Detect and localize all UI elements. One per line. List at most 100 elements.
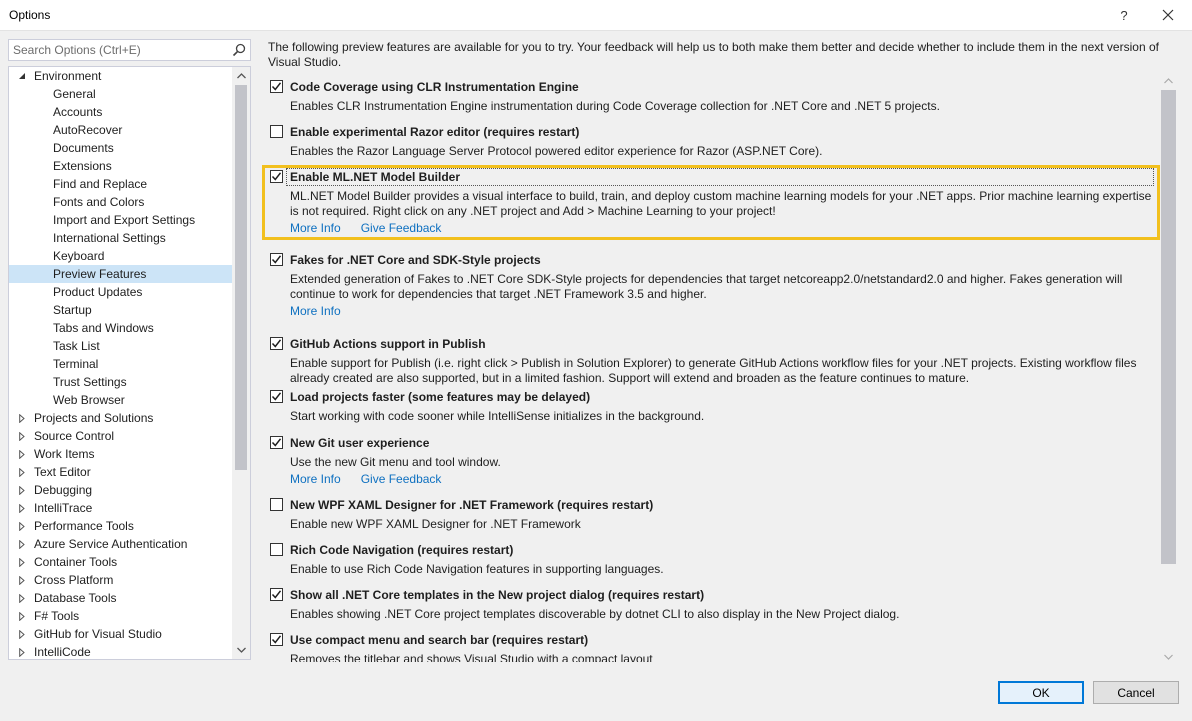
preview-feature: New WPF XAML Designer for .NET Framework… — [262, 496, 1160, 532]
collapsed-arrow-icon[interactable] — [17, 607, 27, 625]
feature-name[interactable]: New Git user experience — [290, 434, 429, 452]
more-info-link[interactable]: More Info — [290, 221, 341, 235]
tree-item[interactable]: Source Control — [9, 427, 233, 445]
feature-name[interactable]: Fakes for .NET Core and SDK-Style projec… — [290, 251, 541, 269]
scroll-down-button[interactable] — [232, 642, 250, 658]
collapsed-arrow-icon[interactable] — [17, 409, 27, 427]
feature-checkbox[interactable] — [270, 543, 283, 556]
feature-checkbox[interactable] — [270, 633, 283, 646]
features-scroll-up-button[interactable] — [1160, 74, 1177, 88]
tree-item[interactable]: Container Tools — [9, 553, 233, 571]
checkmark-icon — [271, 339, 282, 348]
tree-item-label: Task List — [53, 339, 100, 353]
more-info-link[interactable]: More Info — [290, 304, 341, 318]
tree-item[interactable]: IntelliCode — [9, 643, 233, 659]
feature-checkbox[interactable] — [270, 80, 283, 93]
expanded-arrow-icon[interactable] — [17, 67, 27, 85]
tree-item[interactable]: Projects and Solutions — [9, 409, 233, 427]
scroll-thumb[interactable] — [235, 85, 247, 470]
close-button[interactable] — [1155, 3, 1181, 27]
feature-name[interactable]: GitHub Actions support in Publish — [290, 335, 486, 353]
feature-description: Enable support for Publish (i.e. right c… — [290, 356, 1137, 385]
feature-name[interactable]: Enable experimental Razor editor (requir… — [290, 123, 579, 141]
tree-item[interactable]: Fonts and Colors — [9, 193, 233, 211]
tree-item-label: Environment — [34, 69, 102, 83]
tree-item[interactable]: International Settings — [9, 229, 233, 247]
tree-item[interactable]: AutoRecover — [9, 121, 233, 139]
cancel-button[interactable]: Cancel — [1093, 681, 1179, 704]
ok-button[interactable]: OK — [998, 681, 1084, 704]
tree-item[interactable]: GitHub for Visual Studio — [9, 625, 233, 643]
collapsed-arrow-icon[interactable] — [17, 589, 27, 607]
tree-item[interactable]: Tabs and Windows — [9, 319, 233, 337]
tree-item[interactable]: Extensions — [9, 157, 233, 175]
tree-item[interactable]: Environment — [9, 67, 233, 85]
tree-item[interactable]: Keyboard — [9, 247, 233, 265]
tree-item[interactable]: Debugging — [9, 481, 233, 499]
collapsed-arrow-icon[interactable] — [17, 445, 27, 463]
feature-checkbox[interactable] — [270, 125, 283, 138]
tree-item[interactable]: Work Items — [9, 445, 233, 463]
collapsed-arrow-icon[interactable] — [17, 625, 27, 643]
tree-item[interactable]: Azure Service Authentication — [9, 535, 233, 553]
more-info-link[interactable]: More Info — [290, 472, 341, 486]
tree-scrollbar[interactable] — [232, 67, 250, 659]
collapsed-arrow-icon[interactable] — [17, 499, 27, 517]
feature-links: More Info Give Feedback — [290, 221, 1157, 236]
collapsed-arrow-icon[interactable] — [17, 463, 27, 481]
feature-checkbox[interactable] — [270, 498, 283, 511]
tree-item[interactable]: Cross Platform — [9, 571, 233, 589]
tree-item[interactable]: Product Updates — [9, 283, 233, 301]
tree-item[interactable]: Import and Export Settings — [9, 211, 233, 229]
tree-item[interactable]: General — [9, 85, 233, 103]
feature-name[interactable]: Rich Code Navigation (requires restart) — [290, 541, 513, 559]
tree-item[interactable]: Web Browser — [9, 391, 233, 409]
search-box — [8, 39, 251, 61]
tree-item[interactable]: Accounts — [9, 103, 233, 121]
give-feedback-link[interactable]: Give Feedback — [361, 472, 442, 486]
tree-item[interactable]: Preview Features — [9, 265, 233, 283]
feature-name[interactable]: Load projects faster (some features may … — [290, 388, 590, 406]
feature-checkbox[interactable] — [270, 253, 283, 266]
tree-item[interactable]: Performance Tools — [9, 517, 233, 535]
feature-checkbox[interactable] — [270, 436, 283, 449]
tree-item[interactable]: F# Tools — [9, 607, 233, 625]
window-title: Options — [9, 8, 51, 22]
feature-name[interactable]: Show all .NET Core templates in the New … — [290, 586, 704, 604]
collapsed-arrow-icon[interactable] — [17, 481, 27, 499]
tree-item[interactable]: Task List — [9, 337, 233, 355]
tree-item[interactable]: Terminal — [9, 355, 233, 373]
tree-item[interactable]: Documents — [9, 139, 233, 157]
features-scroll-down-button[interactable] — [1160, 650, 1177, 664]
tree-item[interactable]: Find and Replace — [9, 175, 233, 193]
tree-item[interactable]: Text Editor — [9, 463, 233, 481]
collapsed-arrow-icon[interactable] — [17, 427, 27, 445]
tree-item[interactable]: Trust Settings — [9, 373, 233, 391]
features-scrollbar[interactable] — [1160, 74, 1177, 664]
feature-header: Enable experimental Razor editor (requir… — [262, 123, 1160, 141]
tree-item-label: Accounts — [53, 105, 103, 119]
feature-checkbox[interactable] — [270, 170, 283, 183]
tree-item[interactable]: IntelliTrace — [9, 499, 233, 517]
features-scroll-thumb[interactable] — [1161, 90, 1176, 564]
tree-item[interactable]: Database Tools — [9, 589, 233, 607]
feature-checkbox[interactable] — [270, 337, 283, 350]
checkmark-icon — [271, 392, 282, 401]
collapsed-arrow-icon[interactable] — [17, 643, 27, 659]
collapsed-arrow-icon[interactable] — [17, 535, 27, 553]
search-icon[interactable] — [231, 42, 247, 58]
feature-checkbox[interactable] — [270, 588, 283, 601]
help-button[interactable]: ? — [1111, 3, 1137, 27]
feature-name[interactable]: Code Coverage using CLR Instrumentation … — [290, 78, 579, 96]
give-feedback-link[interactable]: Give Feedback — [361, 221, 442, 235]
scroll-up-button[interactable] — [232, 68, 250, 84]
tree-item[interactable]: Startup — [9, 301, 233, 319]
feature-checkbox[interactable] — [270, 390, 283, 403]
search-input[interactable] — [9, 40, 229, 60]
collapsed-arrow-icon[interactable] — [17, 517, 27, 535]
feature-name[interactable]: Use compact menu and search bar (require… — [290, 631, 588, 649]
feature-name[interactable]: New WPF XAML Designer for .NET Framework… — [290, 496, 653, 514]
collapsed-arrow-icon[interactable] — [17, 553, 27, 571]
collapsed-arrow-icon[interactable] — [17, 571, 27, 589]
tree-item-label: Performance Tools — [34, 519, 134, 533]
